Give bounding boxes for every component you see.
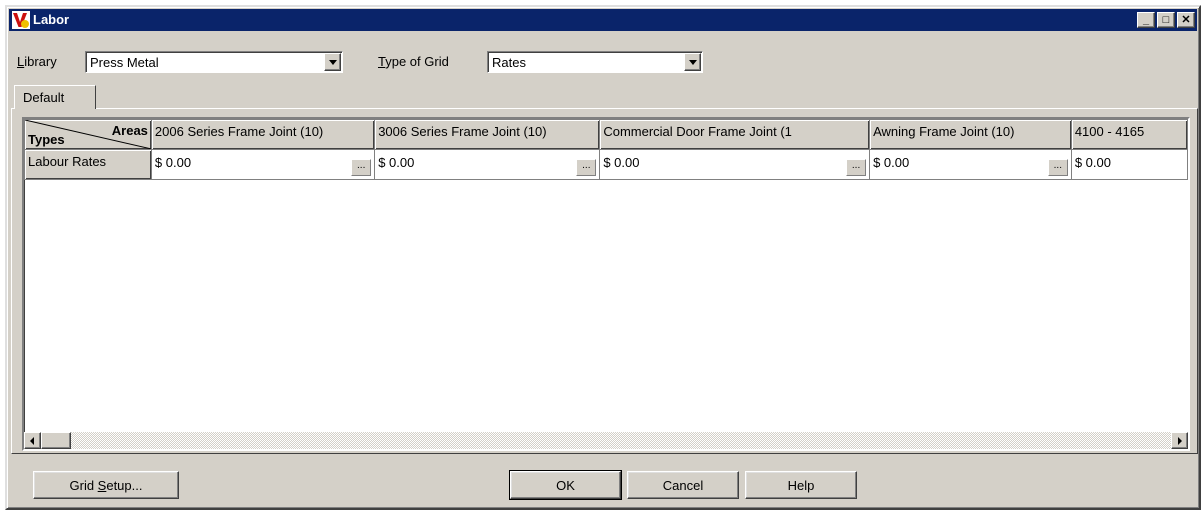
tab-default[interactable]: Default [14,85,96,109]
rate-cell[interactable]: $ 0.00 ... [599,149,871,180]
column-header[interactable]: 3006 Series Frame Joint (10) [374,119,601,150]
rate-value: $ 0.00 [603,155,640,170]
grid-corner-cell: Areas Types [24,119,152,150]
column-header[interactable]: Commercial Door Frame Joint (1 [599,119,871,150]
maximize-button[interactable]: □ [1157,12,1175,28]
app-logo-icon [12,11,30,29]
rate-cell[interactable]: $ 0.00 ... [869,149,1072,180]
ellipsis-button[interactable]: ... [351,159,372,176]
grid-type-select[interactable]: Rates [487,51,703,73]
rate-value: $ 0.00 [1074,155,1111,170]
window-title: Labor [33,12,70,27]
cancel-button[interactable]: Cancel [627,471,739,499]
horizontal-scrollbar[interactable] [24,432,1188,449]
help-button[interactable]: Help [745,471,857,499]
title-bar[interactable]: Labor _ □ ✕ [9,9,1197,31]
library-select[interactable]: Press Metal [85,51,343,73]
rate-value: $ 0.00 [873,155,910,170]
rates-table: Areas Types 2006 Series Frame Joint (10)… [24,119,1188,180]
corner-types-label: Types [28,132,65,147]
row-header-labour-rates[interactable]: Labour Rates [24,149,152,180]
rate-cell[interactable]: $ 0.00 ... [150,149,376,180]
scrollbar-thumb[interactable] [41,432,71,449]
table-row: Labour Rates $ 0.00 ... $ 0.00 ... $ 0.0… [24,149,1188,180]
scroll-left-arrow-icon[interactable] [24,432,41,449]
labor-window: Labor _ □ ✕ Library Press Metal Type of … [5,5,1201,510]
grid-setup-button[interactable]: Grid Setup... [33,471,179,499]
grid-type-select-value: Rates [492,55,526,70]
rate-value: $ 0.00 [154,155,192,170]
scroll-right-arrow-icon[interactable] [1171,432,1188,449]
column-header[interactable]: 4100 - 4165 [1070,119,1188,150]
grid-type-label: Type of Grid [378,54,449,69]
column-header[interactable]: 2006 Series Frame Joint (10) [150,119,376,150]
column-header[interactable]: Awning Frame Joint (10) [869,119,1072,150]
header-row: Areas Types 2006 Series Frame Joint (10)… [24,119,1188,150]
ok-button[interactable]: OK [509,470,622,500]
minimize-icon: _ [1142,13,1150,26]
ellipsis-button[interactable]: ... [576,159,597,176]
maximize-icon: □ [1162,13,1170,26]
close-button[interactable]: ✕ [1177,12,1195,28]
close-icon: ✕ [1181,13,1191,26]
rate-value: $ 0.00 [378,155,415,170]
labor-grid: Areas Types 2006 Series Frame Joint (10)… [22,117,1190,451]
library-select-value: Press Metal [90,55,159,70]
library-dropdown-arrow-icon[interactable] [324,53,341,71]
ellipsis-button[interactable]: ... [846,159,867,176]
library-label: Library [17,54,57,69]
corner-areas-label: Areas [111,123,148,138]
ellipsis-button[interactable]: ... [1047,159,1068,176]
rate-cell[interactable]: $ 0.00 [1070,149,1188,180]
grid-type-dropdown-arrow-icon[interactable] [684,53,701,71]
rate-cell[interactable]: $ 0.00 ... [374,149,601,180]
minimize-button[interactable]: _ [1137,12,1155,28]
